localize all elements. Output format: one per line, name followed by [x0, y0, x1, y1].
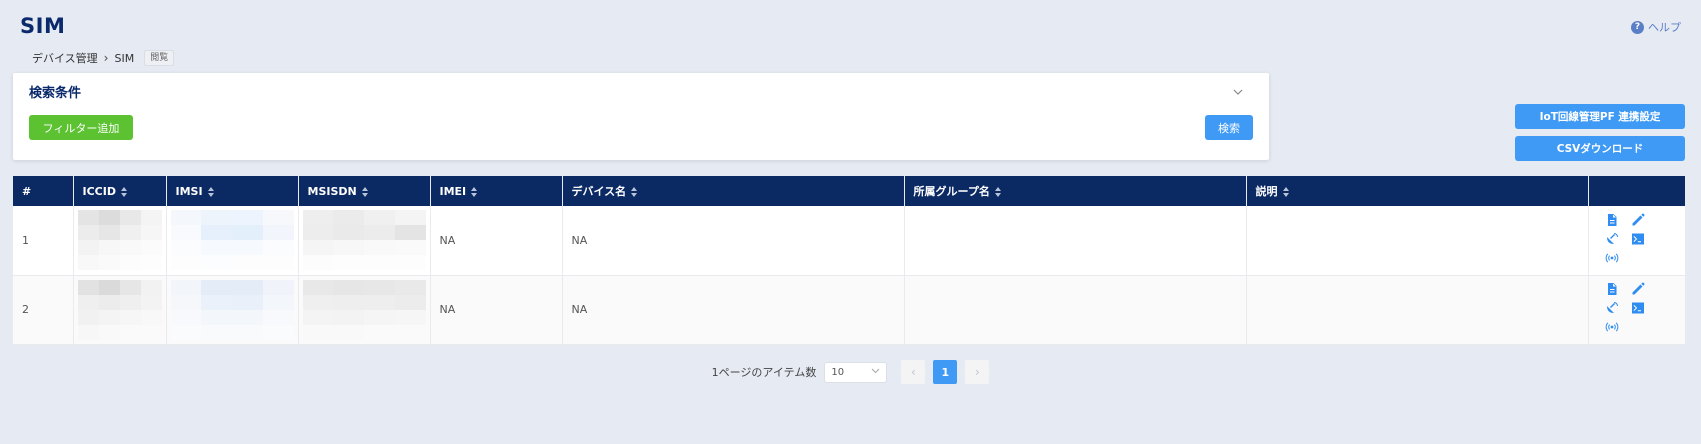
satellite-dish-icon[interactable]: [1605, 301, 1621, 317]
document-icon[interactable]: [1605, 213, 1621, 229]
help-link[interactable]: ? ヘルプ: [1631, 19, 1681, 35]
column-header-msisdn[interactable]: MSISDN: [298, 176, 431, 206]
signal-broadcast-icon[interactable]: [1605, 251, 1621, 267]
help-label: ヘルプ: [1648, 21, 1681, 34]
terminal-icon[interactable]: [1631, 301, 1647, 317]
row-actions: [1605, 213, 1677, 268]
help-question-icon: ?: [1631, 20, 1644, 34]
cell-imsi-redacted: [166, 275, 299, 345]
sort-icon[interactable]: [1282, 187, 1289, 197]
column-header-device-name[interactable]: デバイス名: [562, 176, 905, 206]
column-header-index: #: [13, 176, 74, 206]
page-button-1[interactable]: 1: [933, 360, 958, 384]
redacted-pixelation: [170, 279, 294, 340]
column-header-group-name[interactable]: 所属グループ名: [904, 176, 1247, 206]
cell-imei: NA: [430, 206, 563, 276]
pagination: 1ページのアイテム数 10 ‹ 1 ›: [0, 360, 1701, 384]
edit-pencil-icon[interactable]: [1631, 282, 1647, 298]
sim-table: # ICCID IMSI MSISDN IMEI デバイス名 所属グループ名 説…: [13, 176, 1685, 345]
cell-device-name: NA: [562, 206, 905, 276]
cell-description: [1246, 275, 1589, 345]
cell-msisdn-redacted: [298, 206, 431, 276]
cell-actions: [1588, 206, 1685, 276]
sort-icon[interactable]: [471, 186, 478, 197]
redacted-pixelation: [302, 279, 426, 340]
next-page-button[interactable]: ›: [965, 360, 990, 384]
column-header-imsi[interactable]: IMSI: [166, 176, 299, 206]
breadcrumb-current: SIM: [114, 51, 135, 65]
page-title: SIM: [20, 14, 66, 38]
per-page-label: 1ページのアイテム数: [711, 366, 817, 379]
csv-download-button[interactable]: CSVダウンロード: [1515, 136, 1685, 161]
cell-group-name: [904, 275, 1247, 345]
breadcrumb-parent[interactable]: デバイス管理: [32, 50, 98, 66]
cell-group-name: [904, 206, 1247, 276]
add-filter-button[interactable]: フィルター追加: [29, 115, 133, 140]
redacted-pixelation: [77, 279, 162, 340]
row-actions: [1605, 282, 1677, 337]
redacted-pixelation: [302, 210, 426, 271]
edit-pencil-icon[interactable]: [1631, 213, 1647, 229]
terminal-icon[interactable]: [1631, 232, 1647, 248]
breadcrumb: デバイス管理 › SIM 閲覧: [32, 50, 175, 66]
search-conditions-title: 検索条件: [29, 86, 82, 101]
cell-actions: [1588, 275, 1685, 345]
per-page-value: 10: [831, 366, 845, 378]
column-header-iccid[interactable]: ICCID: [73, 176, 167, 206]
cell-iccid-redacted: [73, 275, 167, 345]
chevron-down-icon: [871, 367, 880, 377]
column-header-description[interactable]: 説明: [1246, 176, 1589, 206]
cell-index: 1: [13, 206, 74, 276]
cell-imei: NA: [430, 275, 563, 345]
iot-settings-button[interactable]: IoT回線管理PF 連携設定: [1515, 104, 1685, 129]
table-row[interactable]: 2 NA NA: [13, 275, 1685, 345]
cell-msisdn-redacted: [298, 275, 431, 345]
cell-description: [1246, 206, 1589, 276]
column-header-imei[interactable]: IMEI: [430, 176, 563, 206]
cell-device-name: NA: [562, 275, 905, 345]
redacted-pixelation: [77, 210, 162, 271]
sort-icon[interactable]: [994, 187, 1001, 197]
table-header-row: # ICCID IMSI MSISDN IMEI デバイス名 所属グループ名 説…: [13, 176, 1685, 206]
sort-icon[interactable]: [207, 186, 214, 197]
cell-imsi-redacted: [166, 206, 299, 276]
satellite-dish-icon[interactable]: [1605, 232, 1621, 248]
cell-index: 2: [13, 275, 74, 345]
column-header-actions: [1588, 176, 1685, 206]
sort-icon[interactable]: [361, 186, 368, 197]
mode-badge: 閲覧: [144, 50, 175, 66]
search-button[interactable]: 検索: [1205, 115, 1253, 140]
breadcrumb-chevron-icon: ›: [103, 51, 109, 65]
redacted-pixelation: [170, 210, 294, 271]
document-icon[interactable]: [1605, 282, 1621, 298]
per-page-select[interactable]: 10: [824, 361, 888, 383]
search-conditions-panel: 検索条件 フィルター追加 検索: [13, 73, 1269, 160]
sort-icon[interactable]: [120, 186, 127, 197]
signal-broadcast-icon[interactable]: [1605, 320, 1621, 336]
cell-iccid-redacted: [73, 206, 167, 276]
sort-icon[interactable]: [631, 187, 638, 197]
chevron-down-icon[interactable]: [1233, 86, 1243, 99]
table-row[interactable]: 1 NA NA: [13, 206, 1685, 276]
prev-page-button[interactable]: ‹: [901, 360, 926, 384]
